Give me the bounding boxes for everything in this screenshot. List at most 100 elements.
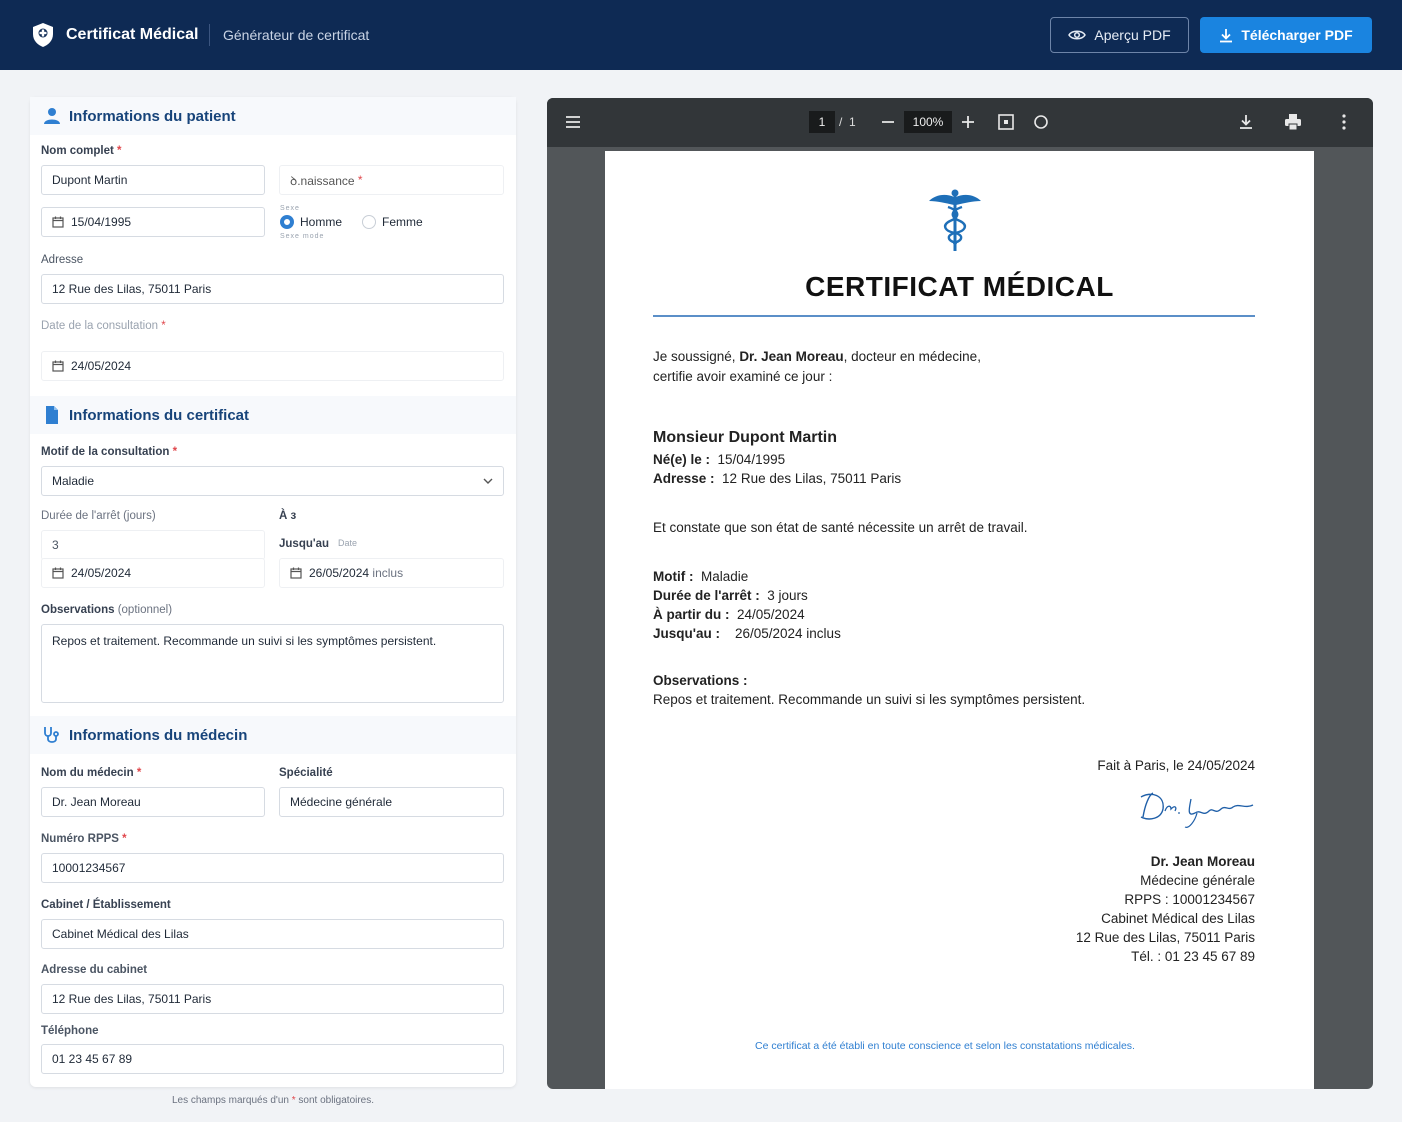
doctor-section-header: Informations du médecin <box>30 716 516 754</box>
fait-a-line: Fait à Paris, le 24/05/2024 <box>1097 758 1255 773</box>
caduceus-icon <box>929 189 981 251</box>
pdf-viewer: 1 / 1 100% CERTIFICAT MÉDICAL Je soussig… <box>547 98 1373 1089</box>
fit-page-icon[interactable] <box>996 112 1016 132</box>
preview-pdf-button[interactable]: Aperçu PDF <box>1050 17 1189 53</box>
document-icon <box>46 406 58 424</box>
intro-line-2: certifie avoir examiné ce jour : <box>653 369 833 384</box>
sex-radio-femme[interactable]: Femme <box>362 215 423 229</box>
required-mark: * <box>122 833 127 845</box>
required-mark: * <box>136 767 142 779</box>
observations-label-text: Observations <box>41 604 115 616</box>
certificate-section-title: Informations du certificat <box>69 407 250 424</box>
jusquau-label: Jusqu'au : <box>653 626 720 641</box>
certificate-section-header: Informations du certificat <box>30 396 516 434</box>
cabinet-address-value: 12 Rue des Lilas, 75011 Paris <box>52 992 212 1006</box>
born-line: Né(e) le : 15/04/1995 <box>653 452 785 467</box>
rpps-value: 10001234567 <box>52 861 126 875</box>
reason-select[interactable]: Maladie <box>41 466 504 496</box>
menu-icon[interactable] <box>563 112 583 132</box>
sex-option-label: Femme <box>382 215 423 229</box>
eye-icon <box>1068 30 1087 40</box>
cabinet-address-input[interactable]: 12 Rue des Lilas, 75011 Paris <box>41 984 504 1014</box>
sex-radio-homme[interactable]: Homme <box>280 215 342 229</box>
sig-rpps: RPPS : 10001234567 <box>1124 892 1255 907</box>
duration-value: 3 <box>52 538 59 552</box>
consult-date-input[interactable]: 24/05/2024 <box>41 351 504 381</box>
footnote-text-after: sont obligatoires. <box>295 1095 375 1106</box>
cabinet-input[interactable]: Cabinet Médical des Lilas <box>41 919 504 949</box>
observations-value: Repos et traitement. Recommande un suivi… <box>52 634 437 648</box>
reason-label-text: Motif de la consultation <box>41 446 170 458</box>
calendar-icon <box>52 567 64 579</box>
phone-value: 01 23 45 67 89 <box>52 1052 133 1066</box>
footnote-text-before: Les champs marqués d'un <box>171 1095 292 1106</box>
jusquau-line: Jusqu'au : 26/05/2024 inclus <box>653 626 841 641</box>
pdf-toolbar: 1 / 1 100% <box>547 98 1373 147</box>
partir-line: À partir du : 24/05/2024 <box>653 607 805 622</box>
print-icon[interactable] <box>1283 112 1303 132</box>
duree-value: 3 jours <box>767 588 808 603</box>
preview-pdf-label: Aperçu PDF <box>1094 27 1171 43</box>
sig-address: 12 Rue des Lilas, 75011 Paris <box>1075 930 1255 945</box>
doc-address-label: Adresse : <box>653 471 715 486</box>
page-separator: / <box>839 115 843 129</box>
jusquau-value: 26/05/2024 inclus <box>734 626 841 641</box>
doctor-name-input[interactable]: Dr. Jean Moreau <box>41 787 265 817</box>
phone-input[interactable]: 01 23 45 67 89 <box>41 1044 504 1074</box>
statement-line: Et constate que son état de santé nécess… <box>653 520 1028 535</box>
stethoscope-icon <box>44 727 59 743</box>
duration-label: Durée de l'arrêt (jours) <box>41 510 156 522</box>
motif-label: Motif : <box>653 569 694 584</box>
rpps-input[interactable]: 10001234567 <box>41 853 504 883</box>
zoom-out-icon[interactable] <box>878 112 898 132</box>
duree-label: Durée de l'arrêt : <box>653 588 760 603</box>
zoom-in-icon[interactable] <box>958 112 978 132</box>
more-options-icon[interactable] <box>1334 112 1354 132</box>
zoom-level[interactable]: 100% <box>904 111 952 133</box>
birth-date-input[interactable]: 15/04/1995 <box>41 207 265 237</box>
page-current: 1 <box>818 115 826 129</box>
chevron-down-icon <box>483 478 493 484</box>
birth-date-label-field: ꝺ.naissance * <box>279 165 504 195</box>
consult-date-value: 24/05/2024 <box>71 359 132 373</box>
patient-name-label-text: Nom complet <box>41 145 114 157</box>
specialty-input[interactable]: Médecine générale <box>279 787 504 817</box>
rotate-icon[interactable] <box>1031 112 1051 132</box>
intro-post: , docteur en médecine, <box>843 349 981 364</box>
observations-text: Repos et traitement. Recommande un suivi… <box>653 692 1086 707</box>
sex-label-top: Sexe <box>280 205 300 212</box>
page-number-input[interactable]: 1 <box>809 111 835 133</box>
download-pdf-label: Télécharger PDF <box>1241 27 1353 43</box>
doc-address-value: 12 Rue des Lilas, 75011 Paris <box>722 471 902 486</box>
calendar-icon <box>52 216 64 228</box>
download-icon <box>1220 28 1233 42</box>
observations-textarea[interactable]: Repos et traitement. Recommande un suivi… <box>41 624 504 703</box>
radio-selected-icon <box>280 215 294 229</box>
until-date-input[interactable]: 26/05/2024 inclus <box>279 558 504 588</box>
patient-section-header: Informations du patient <box>30 97 516 135</box>
doctor-name-value: Dr. Jean Moreau <box>52 795 141 809</box>
birth-date-label: ꝺ.naissance <box>290 173 355 188</box>
partir-label: À partir du : <box>653 607 730 622</box>
sex-option-label: Homme <box>300 215 343 229</box>
header-divider <box>209 24 210 46</box>
pdf-page: CERTIFICAT MÉDICAL Je soussigné, Dr. Jea… <box>605 151 1314 1089</box>
partir-value: 24/05/2024 <box>737 607 805 622</box>
sig-cabinet: Cabinet Médical des Lilas <box>1101 911 1255 926</box>
observations-heading: Observations : <box>653 673 748 688</box>
download-icon[interactable] <box>1236 112 1256 132</box>
specialty-label: Spécialité <box>279 767 333 779</box>
patient-name-input[interactable]: Dupont Martin <box>41 165 265 195</box>
observations-label: Observations (optionnel) <box>41 604 172 616</box>
duration-input[interactable]: 3 <box>41 530 265 560</box>
address-input[interactable]: 12 Rue des Lilas, 75011 Paris <box>41 274 504 304</box>
certificate-footer-note: Ce certificat a été établi en toute cons… <box>755 1040 1135 1052</box>
user-icon <box>44 108 60 124</box>
born-label: Né(e) le : <box>653 452 711 467</box>
from-date-input[interactable]: 24/05/2024 <box>41 558 265 588</box>
required-mark: * <box>117 145 122 157</box>
download-pdf-button[interactable]: Télécharger PDF <box>1200 17 1372 53</box>
consult-date-label: Date de la consultation * <box>41 320 166 332</box>
required-footnote: Les champs marqués d'un * sont obligatoi… <box>30 1095 516 1106</box>
duree-line: Durée de l'arrêt : 3 jours <box>653 588 808 603</box>
